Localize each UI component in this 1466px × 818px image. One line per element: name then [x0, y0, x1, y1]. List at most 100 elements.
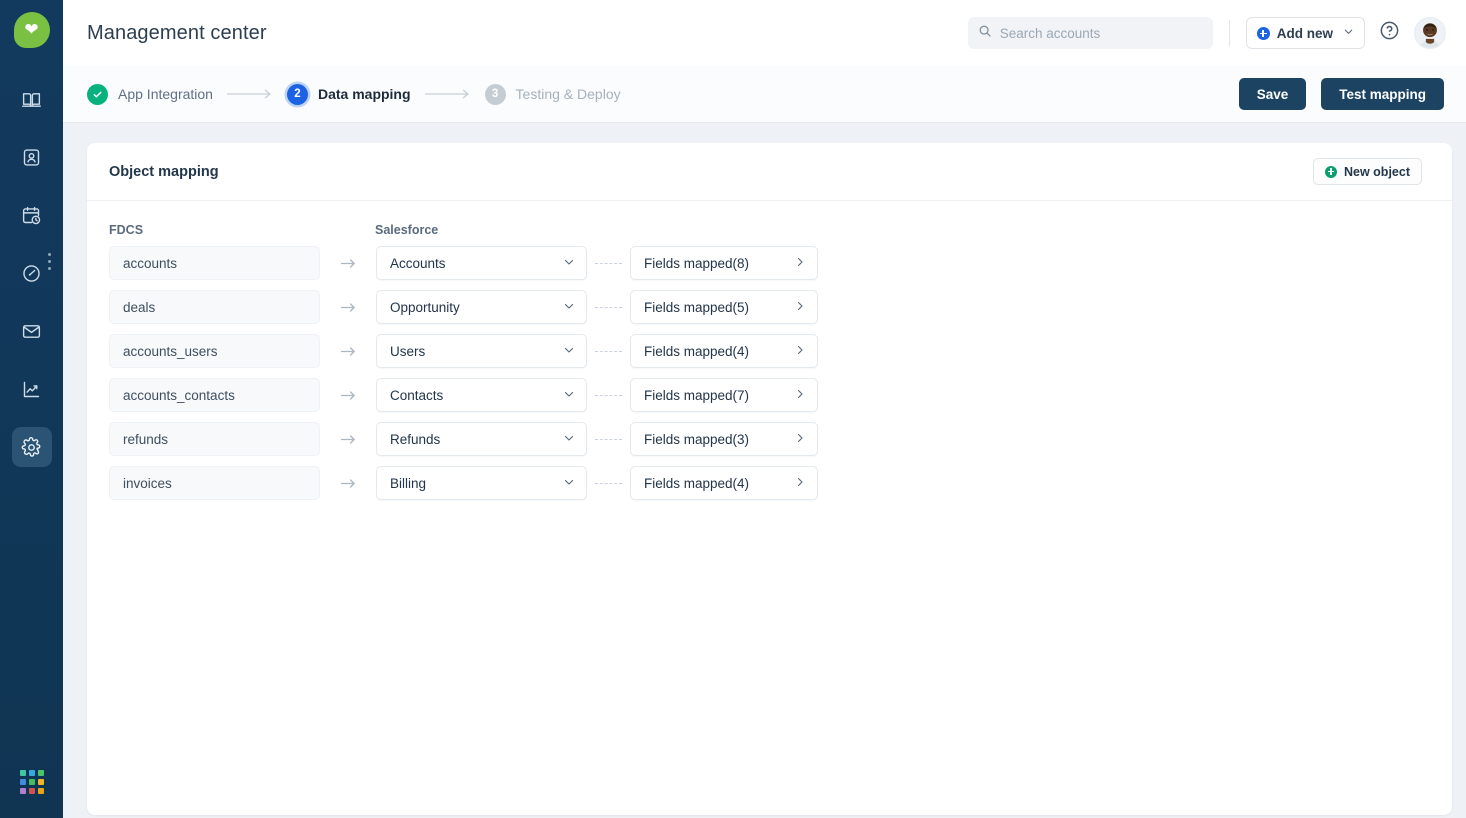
app-grid-cell	[37, 779, 44, 785]
mapping-rows: accounts Accounts Fields mapped(8) deals Opp…	[109, 246, 1430, 500]
step-app-integration[interactable]: App Integration	[87, 83, 213, 105]
app-logo[interactable]: ❤	[13, 12, 50, 48]
source-field-value: refunds	[123, 431, 169, 447]
mapping-row: accounts Accounts Fields mapped(8)	[109, 246, 1430, 280]
search-input[interactable]	[999, 25, 1203, 41]
search-icon	[978, 24, 992, 43]
chevron-down-icon[interactable]	[1343, 24, 1354, 42]
app-grid-icon[interactable]	[19, 770, 44, 794]
chevron-down-icon	[563, 476, 575, 491]
step-marker-pending: 3	[484, 83, 506, 105]
source-field-input[interactable]: invoices	[109, 466, 320, 500]
step-data-mapping[interactable]: 2 Data mapping	[286, 83, 411, 105]
fields-mapped-button[interactable]: Fields mapped(5)	[630, 290, 818, 324]
fields-mapped-button[interactable]: Fields mapped(4)	[630, 334, 818, 368]
sidebar-item-mail[interactable]	[12, 311, 52, 351]
target-object-select[interactable]: Accounts	[376, 246, 587, 280]
fields-mapped-button[interactable]: Fields mapped(8)	[630, 246, 818, 280]
target-object-value: Opportunity	[390, 299, 460, 315]
add-new-button[interactable]: Add new	[1245, 17, 1365, 49]
fields-mapped-label: Fields mapped(5)	[644, 299, 750, 315]
target-object-select[interactable]: Contacts	[376, 378, 587, 412]
user-avatar-image	[1415, 18, 1445, 48]
save-button[interactable]: Save	[1238, 78, 1307, 110]
step-marker-done	[87, 83, 108, 105]
app-grid-cell	[28, 770, 35, 776]
search-accounts-box[interactable]	[967, 17, 1213, 49]
target-object-value: Users	[390, 343, 426, 359]
content-area: Object mapping New object FDCS Salesforc…	[63, 123, 1466, 818]
fields-mapped-button[interactable]: Fields mapped(4)	[630, 466, 818, 500]
check-icon	[93, 91, 102, 98]
fields-mapped-label: Fields mapped(4)	[644, 343, 750, 359]
source-field-input[interactable]: accounts_users	[109, 334, 320, 368]
gauge-icon	[21, 263, 42, 284]
dashed-connector	[595, 350, 622, 352]
sidebar-nav-list	[0, 70, 63, 476]
mapping-row: accounts_users Users Fields mapped(4)	[109, 334, 1430, 368]
wizard-steps: App Integration 2 Data mapping 3 Testing…	[87, 83, 621, 105]
chevron-right-icon	[794, 432, 806, 447]
chevron-down-icon	[563, 344, 575, 359]
target-object-value: Accounts	[390, 255, 446, 271]
sidebar-item-schedule[interactable]	[12, 195, 52, 235]
mapping-arrow-icon	[320, 390, 376, 401]
contact-person-icon	[21, 147, 42, 168]
app-grid-cell	[28, 779, 35, 785]
sidebar-item-performance[interactable]	[12, 253, 52, 293]
dashed-connector	[595, 394, 622, 396]
target-object-select[interactable]: Billing	[376, 466, 587, 500]
plus-circle-icon	[1325, 165, 1337, 178]
fields-mapped-label: Fields mapped(4)	[644, 475, 750, 491]
chevron-right-icon	[794, 344, 806, 359]
envelope-icon	[21, 321, 42, 342]
source-field-input[interactable]: deals	[109, 290, 320, 324]
mapping-arrow-icon	[320, 346, 376, 357]
object-mapping-card: Object mapping New object FDCS Salesforc…	[87, 143, 1452, 815]
step-marker-current: 2	[286, 83, 308, 105]
chevron-down-icon	[563, 388, 575, 403]
trending-chart-icon	[21, 379, 42, 400]
chevron-down-icon	[563, 300, 575, 315]
column-header-source: FDCS	[109, 223, 144, 237]
sidebar-item-book[interactable]	[12, 79, 52, 119]
avatar[interactable]	[1414, 17, 1446, 49]
test-mapping-button[interactable]: Test mapping	[1321, 78, 1444, 110]
fields-mapped-button[interactable]: Fields mapped(3)	[630, 422, 818, 456]
help-button[interactable]	[1379, 20, 1400, 46]
step-label-data-mapping: Data mapping	[317, 86, 411, 102]
app-grid-cell	[19, 770, 26, 776]
add-new-label: Add new	[1276, 25, 1333, 41]
mapping-row: deals Opportunity Fields mapped(5)	[109, 290, 1430, 324]
object-mapping-title: Object mapping	[109, 163, 219, 180]
object-mapping-body: FDCS Salesforce accounts Accounts Fields m…	[87, 201, 1452, 500]
sidebar-collapse-handle[interactable]	[48, 253, 51, 270]
new-object-label: New object	[1344, 164, 1410, 179]
chevron-right-icon	[794, 256, 806, 271]
target-object-select[interactable]: Opportunity	[376, 290, 587, 324]
app-grid-cell	[37, 770, 44, 776]
source-field-input[interactable]: accounts_contacts	[109, 378, 320, 412]
chevron-right-icon	[794, 388, 806, 403]
step-testing-deploy[interactable]: 3 Testing & Deploy	[484, 83, 621, 105]
mapping-arrow-icon	[320, 434, 376, 445]
dashed-connector	[595, 262, 622, 264]
source-field-input[interactable]: accounts	[109, 246, 320, 280]
source-field-value: accounts_contacts	[123, 387, 235, 403]
step-arrow-icon	[424, 89, 471, 99]
fields-mapped-button[interactable]: Fields mapped(7)	[630, 378, 818, 412]
sidebar-item-contacts[interactable]	[12, 137, 52, 177]
target-object-select[interactable]: Refunds	[376, 422, 587, 456]
sidebar-item-settings[interactable]	[11, 427, 52, 467]
chevron-right-icon	[794, 476, 806, 491]
wizard-stepbar: App Integration 2 Data mapping 3 Testing…	[63, 66, 1466, 123]
dashed-connector	[595, 482, 622, 484]
source-field-input[interactable]: refunds	[109, 422, 320, 456]
gear-icon	[21, 436, 42, 458]
sidebar-item-analytics[interactable]	[12, 369, 52, 409]
heart-glyph: ❤	[24, 20, 39, 39]
new-object-button[interactable]: New object	[1313, 158, 1422, 185]
target-object-select[interactable]: Users	[376, 334, 587, 368]
chevron-down-icon	[563, 256, 575, 271]
target-object-value: Billing	[390, 475, 427, 491]
